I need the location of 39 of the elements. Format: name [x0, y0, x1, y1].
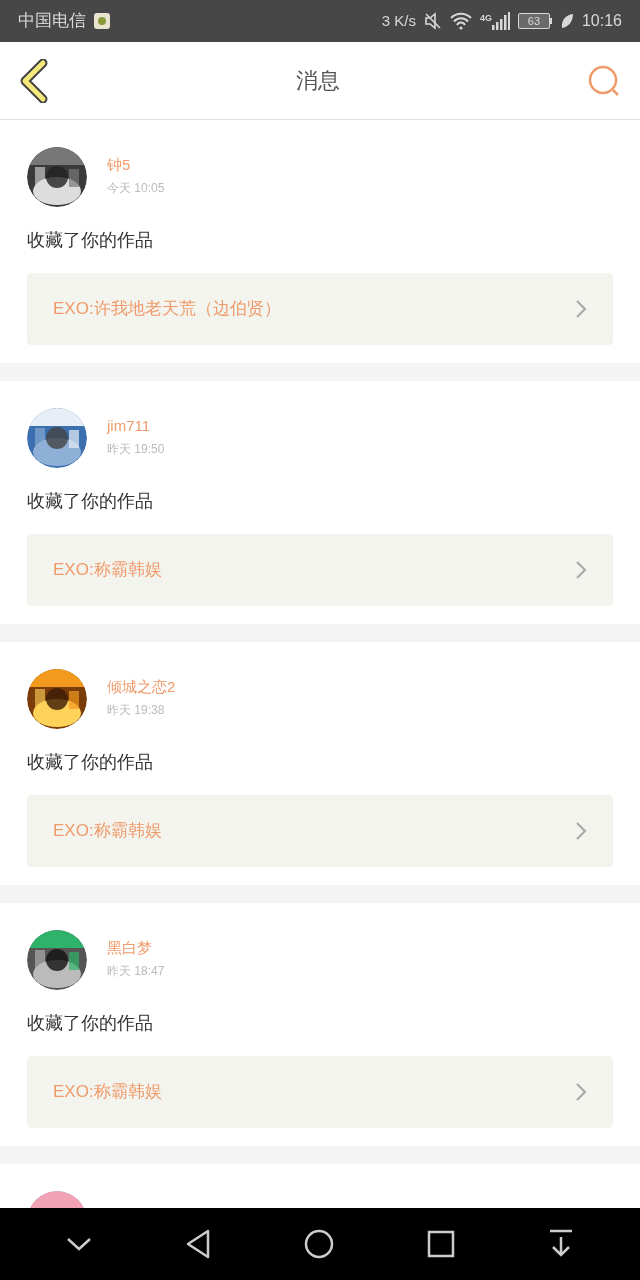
- back-triangle-icon[interactable]: [185, 1229, 212, 1259]
- search-icon: [587, 63, 621, 98]
- user-name[interactable]: jim711: [107, 416, 165, 436]
- user-name[interactable]: 钟5: [107, 155, 165, 175]
- wifi-icon: [449, 12, 472, 30]
- download-arrow-icon[interactable]: [547, 1229, 574, 1259]
- clock-time: 10:16: [581, 11, 622, 31]
- chevron-right-icon: [575, 1082, 587, 1102]
- work-link[interactable]: EXO:称霸韩娱: [27, 1056, 613, 1128]
- chevron-right-icon: [575, 821, 587, 841]
- network-speed: 3 K/s: [381, 10, 416, 31]
- message-time: 今天 10:05: [107, 180, 165, 197]
- mute-icon: [423, 12, 442, 30]
- home-circle-icon[interactable]: [304, 1229, 334, 1259]
- message-text: 收藏了你的作品: [27, 490, 154, 513]
- carrier-name: 中国电信: [18, 10, 86, 33]
- network-type: 4G: [479, 12, 492, 25]
- back-icon: [19, 58, 49, 103]
- battery-indicator: 63: [517, 13, 552, 29]
- chevron-right-icon: [575, 299, 587, 319]
- app-notification-icon: [94, 13, 110, 29]
- back-button[interactable]: [18, 57, 50, 104]
- signal-icon: [491, 12, 510, 30]
- message-text: 收藏了你的作品: [27, 229, 154, 252]
- work-link[interactable]: EXO:许我地老天荒（边伯贤）: [27, 273, 613, 345]
- message-text: 收藏了你的作品: [27, 751, 154, 774]
- message-text: 收藏了你的作品: [27, 1012, 154, 1035]
- message-time: 昨天 18:47: [107, 963, 165, 980]
- user-name[interactable]: 黑白梦: [107, 938, 165, 958]
- chevron-right-icon: [575, 560, 587, 580]
- chevron-down-icon[interactable]: [66, 1236, 93, 1252]
- work-link[interactable]: EXO:称霸韩娱: [27, 534, 613, 606]
- user-name[interactable]: 倾城之恋2: [107, 677, 176, 697]
- leaf-icon: [559, 13, 574, 29]
- message-time: 昨天 19:50: [107, 441, 165, 458]
- page-title: 消息: [296, 67, 340, 95]
- work-link[interactable]: EXO:称霸韩娱: [27, 795, 613, 867]
- recents-square-icon[interactable]: [426, 1230, 455, 1258]
- message-time: 昨天 19:38: [107, 702, 166, 719]
